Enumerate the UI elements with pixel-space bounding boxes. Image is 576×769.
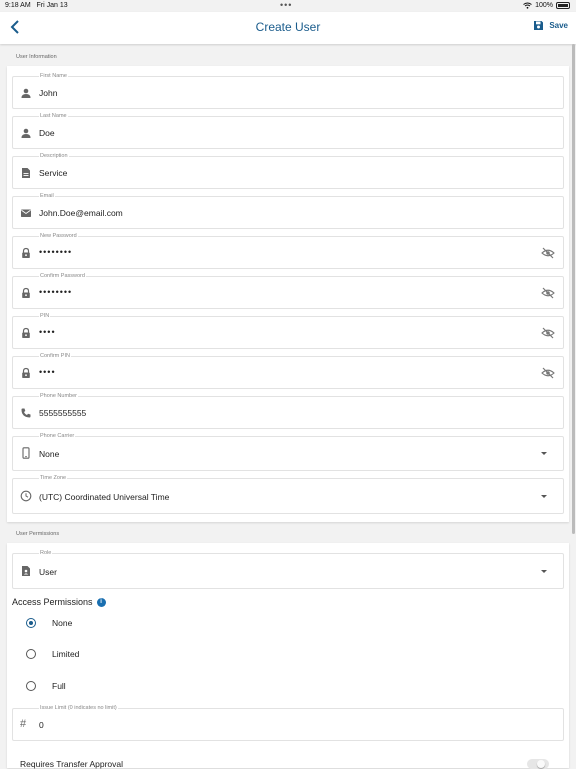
time-zone-label: Time Zone <box>39 475 68 481</box>
badge-icon <box>22 566 30 576</box>
first-name-label: First Name <box>39 73 68 79</box>
email-value: John.Doe@email.com <box>39 208 123 218</box>
user-permissions-heading: User Permissions <box>16 531 60 537</box>
access-option-label: Limited <box>52 649 80 659</box>
save-label: Save <box>549 21 568 30</box>
confirm-pin-label: Confirm PIN <box>39 353 71 359</box>
issue-limit-label: Issue Limit (0 indicates no limit) <box>39 705 118 711</box>
floppy-disk-icon <box>534 21 544 30</box>
person-icon <box>21 88 31 98</box>
status-time: 9:18 AM Fri Jan 13 <box>5 2 68 9</box>
chevron-down-icon <box>541 495 547 498</box>
scrollbar[interactable] <box>572 44 575 534</box>
clock-icon <box>20 490 32 502</box>
battery-percent: 100% <box>535 2 553 9</box>
access-option-full[interactable]: Full <box>26 681 66 691</box>
chevron-down-icon <box>541 570 547 573</box>
email-label: Email <box>39 193 55 199</box>
description-value: Service <box>39 168 68 178</box>
email-field[interactable]: Email John.Doe@email.com <box>12 193 564 229</box>
lock-icon <box>22 327 30 338</box>
phone-number-value: 5555555555 <box>39 408 87 418</box>
access-permissions-heading: Access Permissions i <box>12 597 106 608</box>
status-bar: 9:18 AM Fri Jan 13 ••• 100% <box>0 0 576 12</box>
pin-label: PIN <box>39 313 51 319</box>
pin-value: •••• <box>39 327 56 337</box>
phone-number-field[interactable]: Phone Number 5555555555 <box>12 393 564 429</box>
eye-off-icon[interactable] <box>541 367 555 379</box>
first-name-value: John <box>39 88 58 98</box>
role-dropdown[interactable]: Role User <box>12 550 564 589</box>
role-value: User <box>39 567 57 577</box>
confirm-password-field[interactable]: Confirm Password •••••••• <box>12 273 564 309</box>
new-password-field[interactable]: New Password •••••••• <box>12 233 564 269</box>
phone-icon <box>21 408 31 418</box>
radio-unselected-icon[interactable] <box>26 649 36 659</box>
page-title: Create User <box>255 20 321 34</box>
last-name-field[interactable]: Last Name Doe <box>12 113 564 149</box>
date-text: Fri Jan 13 <box>36 2 68 9</box>
access-permissions-title: Access Permissions <box>12 597 93 607</box>
hash-icon: # <box>20 718 27 730</box>
access-option-label: None <box>52 618 73 628</box>
time-zone-value: (UTC) Coordinated Universal Time <box>39 492 170 502</box>
new-password-value: •••••••• <box>39 247 73 257</box>
document-icon <box>22 168 30 178</box>
confirm-pin-field[interactable]: Confirm PIN •••• <box>12 353 564 389</box>
access-option-label: Full <box>52 681 66 691</box>
wifi-icon <box>523 2 532 9</box>
pin-field[interactable]: PIN •••• <box>12 313 564 349</box>
last-name-label: Last Name <box>39 113 68 119</box>
first-name-field[interactable]: First Name John <box>12 73 564 109</box>
description-field[interactable]: Description Service <box>12 153 564 189</box>
smartphone-icon <box>22 447 30 459</box>
description-label: Description <box>39 153 69 159</box>
battery-icon <box>556 2 570 9</box>
radio-selected-icon[interactable] <box>26 618 36 628</box>
radio-unselected-icon[interactable] <box>26 681 36 691</box>
lock-icon <box>22 367 30 378</box>
phone-carrier-dropdown[interactable]: Phone Carrier None <box>12 433 564 471</box>
access-option-none[interactable]: None <box>26 618 72 628</box>
chevron-down-icon <box>541 452 547 455</box>
issue-limit-field[interactable]: Issue Limit (0 indicates no limit) # 0 <box>12 705 564 741</box>
multitask-dots-icon[interactable]: ••• <box>280 0 292 10</box>
eye-off-icon[interactable] <box>541 247 555 259</box>
envelope-icon <box>21 209 31 217</box>
confirm-password-label: Confirm Password <box>39 273 86 279</box>
user-information-heading: User Information <box>16 54 57 60</box>
phone-number-label: Phone Number <box>39 393 78 399</box>
eye-off-icon[interactable] <box>541 287 555 299</box>
confirm-password-value: •••••••• <box>39 287 73 297</box>
info-icon[interactable]: i <box>96 598 106 608</box>
lock-icon <box>22 247 30 258</box>
time-zone-dropdown[interactable]: Time Zone (UTC) Coordinated Universal Ti… <box>12 475 564 514</box>
user-information-card: First Name John Last Name Doe Descriptio… <box>7 66 569 522</box>
role-label: Role <box>39 550 53 556</box>
time-text: 9:18 AM <box>5 2 31 9</box>
access-option-limited[interactable]: Limited <box>26 649 79 659</box>
save-button[interactable]: Save <box>533 20 568 31</box>
issue-limit-value: 0 <box>39 720 44 730</box>
phone-carrier-value: None <box>39 449 60 459</box>
lock-icon <box>22 287 30 298</box>
status-right: 100% <box>523 2 570 9</box>
last-name-value: Doe <box>39 128 55 138</box>
eye-off-icon[interactable] <box>541 327 555 339</box>
confirm-pin-value: •••• <box>39 367 56 377</box>
navigation-bar: Create User Save <box>0 12 576 44</box>
person-icon <box>21 128 31 138</box>
phone-carrier-label: Phone Carrier <box>39 433 76 439</box>
new-password-label: New Password <box>39 233 78 239</box>
